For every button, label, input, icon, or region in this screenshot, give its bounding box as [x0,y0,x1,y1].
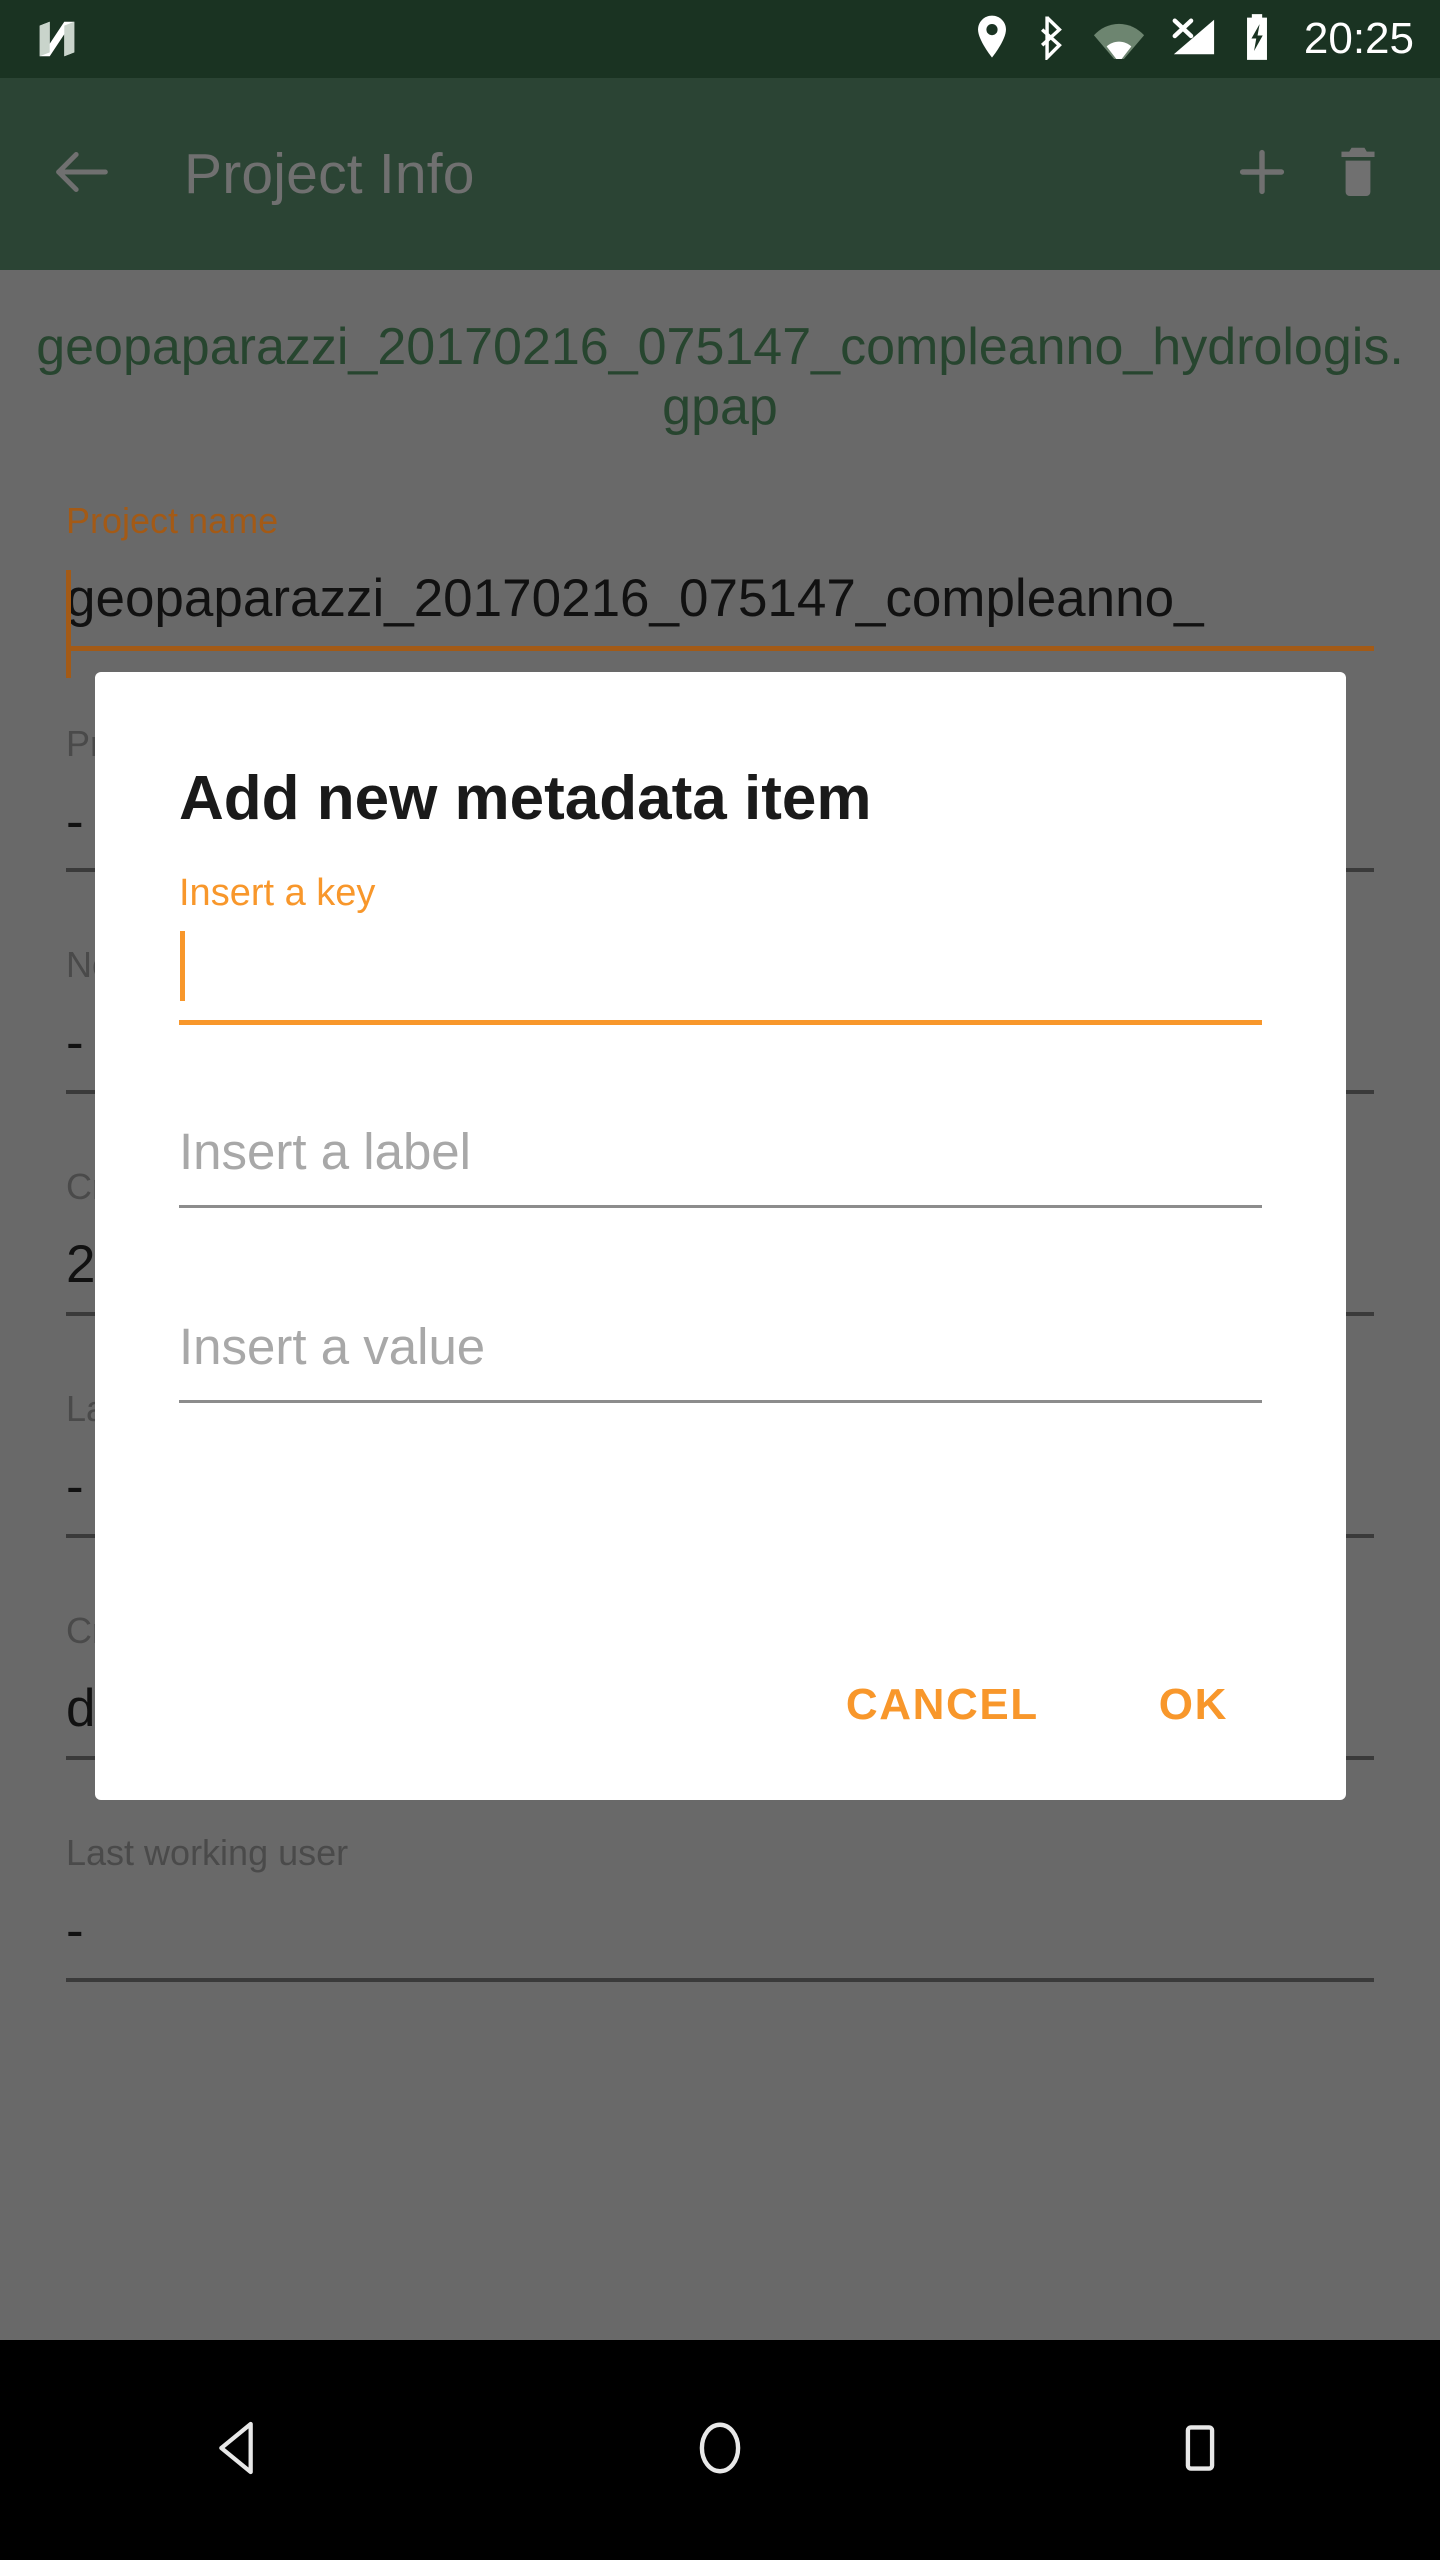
page-title: Project Info [184,142,475,206]
label-placeholder: Insert a label [179,1122,472,1180]
bluetooth-icon [1034,14,1070,65]
field-label-project-name: Project name [66,499,279,541]
value-input-row[interactable]: Insert a value [179,1292,1262,1400]
status-bar: 20:25 [0,0,1440,78]
back-button[interactable] [34,126,130,222]
field-value-last-working-user: - [66,1901,84,1961]
field-project-name[interactable]: Project name geopaparazzi_20170216_07514… [66,480,1374,678]
label-field-underline [179,1205,1262,1208]
dialog-title: Add new metadata item [179,764,872,833]
dialog-fields: Insert a key Insert a label Insert a val… [95,830,1346,1403]
trash-icon [1327,141,1389,208]
dialog-label-field[interactable]: Insert a label [179,1097,1262,1208]
wifi-icon [1092,15,1146,65]
nav-back-triangle-icon [208,2416,272,2485]
nav-recents-button[interactable] [1100,2380,1300,2520]
field-value-project-name: geopaparazzi_20170216_075147_compleanno_ [66,568,1204,628]
no-signal-icon [1168,14,1218,65]
field-underline-project-name [66,645,1374,651]
key-field-underline [179,1020,1262,1025]
delete-project-button[interactable] [1310,126,1406,222]
status-icons: 20:25 [972,13,1414,66]
label-input-row[interactable]: Insert a label [179,1097,1262,1205]
key-floating-label: Insert a key [179,872,376,914]
navigation-bar [0,2340,1440,2560]
ok-button[interactable]: OK [1125,1663,1262,1747]
add-metadata-button[interactable] [1214,126,1310,222]
cancel-button[interactable]: CANCEL [812,1663,1073,1747]
app-bar: Project Info [0,78,1440,270]
key-input-row[interactable] [179,912,1262,1020]
project-file-title: geopaparazzi_20170216_075147_compleanno_… [36,318,1404,436]
text-caret [180,931,185,1001]
nav-recents-square-icon [1171,2419,1229,2482]
add-metadata-dialog: Add new metadata item Insert a key Inser… [95,672,1346,1800]
value-field-underline [179,1400,1262,1403]
plus-icon [1231,141,1293,208]
nav-back-button[interactable] [140,2380,340,2520]
status-clock: 20:25 [1303,14,1414,63]
back-arrow-icon [47,137,117,212]
dialog-key-field[interactable]: Insert a key [179,830,1262,1025]
android-n-logo-icon [34,16,80,62]
battery-charging-icon [1240,13,1274,66]
dialog-actions: CANCEL OK [812,1610,1262,1800]
dialog-value-field[interactable]: Insert a value [179,1292,1262,1403]
project-name-caret [66,569,71,678]
value-placeholder: Insert a value [179,1317,486,1375]
nav-home-circle-icon [689,2417,751,2484]
field-label-last-working-user: Last working user [66,1832,349,1874]
location-pin-icon [972,14,1012,65]
field-underline-last-working-user [66,1978,1374,1983]
field-last-working-user[interactable]: Last working user - [66,1812,1374,1983]
nav-home-button[interactable] [620,2380,820,2520]
